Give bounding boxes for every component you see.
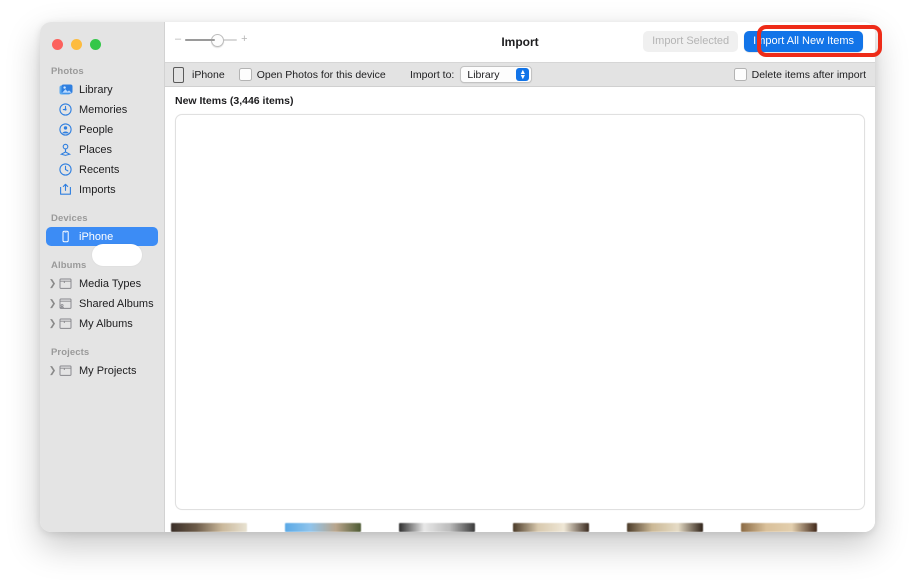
sidebar-item-label: Media Types bbox=[79, 278, 141, 290]
window-toolbar: – + Import Import Selected Import All Ne… bbox=[165, 22, 875, 62]
person-icon bbox=[58, 123, 73, 137]
memories-icon bbox=[58, 103, 73, 117]
sidebar-group-photos: Library Memories bbox=[40, 80, 164, 199]
sidebar-spacer bbox=[40, 200, 164, 213]
sidebar-item-media-types[interactable]: ❯ Media Types bbox=[46, 274, 158, 293]
sidebar-item-label: Memories bbox=[79, 104, 127, 116]
sidebar-item-label: My Albums bbox=[79, 318, 133, 330]
thumbnail-item[interactable] bbox=[171, 523, 247, 532]
iphone-icon bbox=[58, 230, 73, 244]
sidebar-item-memories[interactable]: Memories bbox=[46, 100, 158, 119]
device-indicator: iPhone Open Photos for this device bbox=[173, 67, 386, 83]
iphone-icon bbox=[173, 67, 184, 83]
chevron-right-icon[interactable]: ❯ bbox=[48, 361, 57, 380]
sidebar-item-label: Imports bbox=[79, 184, 116, 196]
sidebar-section-title-devices: Devices bbox=[40, 213, 164, 227]
cursor-overlay bbox=[92, 244, 142, 266]
sidebar-item-places[interactable]: Places bbox=[46, 140, 158, 159]
sidebar-item-imports[interactable]: Imports bbox=[46, 180, 158, 199]
import-all-new-items-button[interactable]: Import All New Items bbox=[744, 31, 863, 52]
thumbnail-item[interactable] bbox=[627, 523, 703, 532]
thumbnail-item[interactable] bbox=[513, 523, 589, 532]
close-button[interactable] bbox=[52, 39, 63, 50]
import-options-bar: iPhone Open Photos for this device Impor… bbox=[165, 62, 875, 87]
sidebar-item-label: Places bbox=[79, 144, 112, 156]
sidebar-section-title-photos: Photos bbox=[40, 66, 164, 80]
import-to-value: Library bbox=[467, 69, 499, 81]
thumbnail-strip[interactable] bbox=[165, 516, 875, 532]
sidebar-group-projects: ❯ My Projects bbox=[40, 361, 164, 380]
clock-icon bbox=[58, 163, 73, 177]
minimize-button[interactable] bbox=[71, 39, 82, 50]
delete-after-import-row[interactable]: Delete items after import bbox=[734, 68, 866, 81]
zoom-slider-track[interactable] bbox=[185, 38, 237, 41]
sidebar-item-label: Library bbox=[79, 84, 113, 96]
import-to-select[interactable]: Library ▲ ▼ bbox=[460, 66, 532, 83]
sidebar-sections: Photos Library bbox=[40, 66, 164, 381]
sidebar-item-my-projects[interactable]: ❯ My Projects bbox=[46, 361, 158, 380]
sidebar-item-label: My Projects bbox=[79, 365, 136, 377]
folder-icon bbox=[58, 364, 73, 378]
sidebar-group-albums: ❯ Media Types ❯ bbox=[40, 274, 164, 333]
zoom-slider-knob[interactable] bbox=[211, 34, 224, 47]
import-to-label: Import to: bbox=[410, 69, 454, 81]
screenshot-root: Photos Library bbox=[0, 0, 915, 580]
photo-grid-pane[interactable] bbox=[175, 114, 865, 510]
zoom-out-icon[interactable]: – bbox=[175, 34, 181, 45]
open-photos-checkbox[interactable] bbox=[239, 68, 252, 81]
sidebar: Photos Library bbox=[40, 22, 165, 532]
photo-library-icon bbox=[58, 83, 73, 97]
chevron-right-icon[interactable]: ❯ bbox=[48, 294, 57, 313]
folder-icon bbox=[58, 317, 73, 331]
sidebar-item-label: Shared Albums bbox=[79, 298, 154, 310]
map-pin-icon bbox=[58, 143, 73, 157]
window-traffic-lights bbox=[52, 39, 101, 50]
sidebar-item-label: People bbox=[79, 124, 113, 136]
thumbnail-item[interactable] bbox=[399, 523, 475, 532]
open-photos-checkbox-row[interactable]: Open Photos for this device bbox=[239, 68, 386, 81]
chevron-right-icon[interactable]: ❯ bbox=[48, 314, 57, 333]
sidebar-item-label: iPhone bbox=[79, 231, 113, 243]
device-name-label: iPhone bbox=[192, 69, 225, 81]
sidebar-section-title-projects: Projects bbox=[40, 347, 164, 361]
shared-folder-icon bbox=[58, 297, 73, 311]
chevron-right-icon[interactable]: ❯ bbox=[48, 274, 57, 293]
sidebar-item-shared-albums[interactable]: ❯ Shared Albums bbox=[46, 294, 158, 313]
zoom-in-icon[interactable]: + bbox=[241, 34, 247, 45]
sidebar-item-label: Recents bbox=[79, 164, 119, 176]
import-to-control: Import to: Library ▲ ▼ bbox=[410, 66, 532, 83]
sidebar-item-people[interactable]: People bbox=[46, 120, 158, 139]
open-photos-label: Open Photos for this device bbox=[257, 69, 386, 81]
import-box-icon bbox=[58, 183, 73, 197]
import-selected-button[interactable]: Import Selected bbox=[643, 31, 738, 52]
delete-after-import-checkbox[interactable] bbox=[734, 68, 747, 81]
folder-icon bbox=[58, 277, 73, 291]
delete-after-import-label: Delete items after import bbox=[752, 69, 866, 81]
new-items-header: New Items (3,446 items) bbox=[165, 87, 875, 107]
photos-import-window: Photos Library bbox=[40, 22, 875, 532]
maximize-button[interactable] bbox=[90, 39, 101, 50]
thumbnail-item[interactable] bbox=[741, 523, 817, 532]
sidebar-item-recents[interactable]: Recents bbox=[46, 160, 158, 179]
chevron-updown-icon[interactable]: ▲ ▼ bbox=[516, 68, 529, 81]
content-area: – + Import Import Selected Import All Ne… bbox=[165, 22, 875, 532]
toolbar-actions: Import Selected Import All New Items bbox=[643, 31, 863, 52]
thumbnail-item[interactable] bbox=[285, 523, 361, 532]
import-body: New Items (3,446 items) bbox=[165, 87, 875, 532]
thumbnail-zoom-slider[interactable]: – + bbox=[175, 34, 248, 45]
sidebar-item-library[interactable]: Library bbox=[46, 80, 158, 99]
sidebar-item-my-albums[interactable]: ❯ My Albums bbox=[46, 314, 158, 333]
sidebar-spacer bbox=[40, 334, 164, 347]
